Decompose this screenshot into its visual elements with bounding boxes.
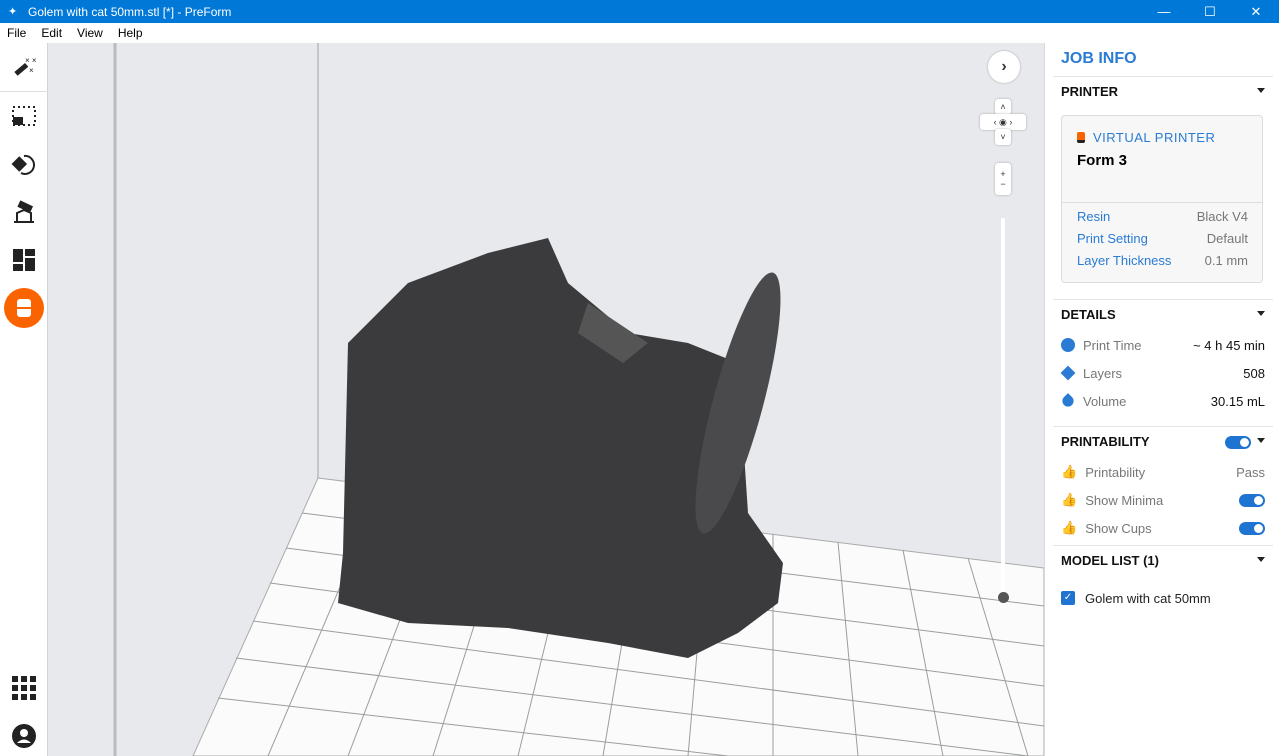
layer-slider[interactable] <box>1001 218 1005 598</box>
printer-type: VIRTUAL PRINTER <box>1093 130 1216 145</box>
supports-button[interactable] <box>4 192 44 232</box>
expand-panel-button[interactable]: › <box>988 51 1020 83</box>
resin-row[interactable]: Resin Black V4 <box>1077 209 1248 224</box>
show-minima-row: 👍 Show Minima <box>1061 491 1265 509</box>
layout-button[interactable] <box>4 240 44 280</box>
golem-model[interactable] <box>338 238 797 658</box>
svg-text:×: × <box>29 66 34 75</box>
layers-row: Layers 508 <box>1060 364 1265 382</box>
volume-icon <box>1060 393 1076 409</box>
panel-title: JOB INFO <box>1061 50 1137 67</box>
divider <box>1053 76 1273 77</box>
orientation-button[interactable] <box>4 144 44 184</box>
menu-help[interactable]: Help <box>111 26 151 40</box>
app-logo-icon: ✦ <box>8 6 18 18</box>
zoom-in-icon[interactable]: + <box>1000 169 1005 179</box>
view-reset-button[interactable]: ‹ ◉ › <box>980 114 1026 130</box>
thumbs-up-icon: 👍 <box>1061 464 1078 479</box>
left-toolbar: × × × <box>0 43 48 756</box>
details-section-header[interactable]: DETAILS <box>1061 307 1265 322</box>
3d-viewport[interactable]: › ˄ ‹ ◉ › ˅ + − <box>48 43 1044 756</box>
caret-down-icon <box>1257 557 1265 562</box>
maximize-button[interactable]: ☐ <box>1187 0 1233 23</box>
chevron-right-icon: › <box>1001 58 1007 75</box>
divider <box>1053 545 1273 546</box>
printability-row: 👍 Printability Pass <box>1061 464 1265 480</box>
menu-view[interactable]: View <box>70 26 111 40</box>
user-avatar-icon <box>12 724 36 748</box>
magic-wand-icon: × ×× <box>14 56 37 76</box>
show-minima-toggle[interactable] <box>1239 493 1265 507</box>
printer-section-header[interactable]: PRINTER <box>1061 84 1265 99</box>
print-setting-row[interactable]: Print Setting Default <box>1077 231 1248 246</box>
caret-down-icon <box>1257 311 1265 316</box>
layout-icon <box>13 249 35 271</box>
orient-icon <box>11 154 35 175</box>
title-bar: ✦ Golem with cat 50mm.stl [*] - PreForm … <box>0 0 1279 23</box>
apps-button[interactable] <box>4 668 44 708</box>
grid-icon <box>12 676 36 700</box>
svg-text:× ×: × × <box>25 56 37 65</box>
select-button[interactable] <box>4 96 44 136</box>
menu-file[interactable]: File <box>0 26 34 40</box>
layer-thickness-row[interactable]: Layer Thickness 0.1 mm <box>1077 253 1248 268</box>
toolbar-divider <box>0 91 48 92</box>
caret-down-icon <box>1257 88 1265 93</box>
magic-wand-button[interactable]: × × × <box>4 47 44 87</box>
account-button[interactable] <box>4 716 44 756</box>
close-button[interactable]: ✕ <box>1233 0 1279 23</box>
menu-bar: File Edit View Help <box>0 23 1279 43</box>
layers-icon <box>1060 365 1076 381</box>
divider <box>1053 299 1273 300</box>
pan-down-button[interactable]: ˅ <box>995 129 1011 145</box>
divider <box>1062 202 1262 203</box>
pan-up-button[interactable]: ˄ <box>995 99 1011 115</box>
window-title: Golem with cat 50mm.stl [*] - PreForm <box>28 4 232 19</box>
print-button[interactable] <box>4 288 44 328</box>
zoom-out-icon[interactable]: − <box>1000 179 1005 189</box>
job-info-panel: JOB INFO PRINTER VIRTUAL PRINTER Form 3 … <box>1044 43 1279 756</box>
printer-icon <box>1077 132 1085 143</box>
model-name: Golem with cat 50mm <box>1085 590 1211 606</box>
eye-icon: ‹ ◉ › <box>993 116 1013 127</box>
volume-row: Volume 30.15 mL <box>1060 392 1265 410</box>
checkbox-checked-icon[interactable]: ✓ <box>1061 591 1075 605</box>
minimize-button[interactable]: — <box>1141 0 1187 23</box>
printer-card[interactable]: VIRTUAL PRINTER Form 3 Resin Black V4 Pri… <box>1061 115 1263 283</box>
supports-icon <box>14 200 34 223</box>
thumbs-up-icon: 👍 <box>1061 520 1078 535</box>
caret-down-icon <box>1257 438 1265 443</box>
show-cups-toggle[interactable] <box>1239 521 1265 535</box>
build-scene <box>113 43 1044 756</box>
show-cups-row: 👍 Show Cups <box>1061 519 1265 537</box>
printability-section-header[interactable]: PRINTABILITY <box>1061 434 1265 449</box>
clock-icon <box>1061 338 1075 352</box>
zoom-controls[interactable]: + − <box>995 163 1011 195</box>
thumbs-up-icon: 👍 <box>1061 492 1078 507</box>
selection-box-icon <box>12 106 36 126</box>
print-time-row: Print Time ~ 4 h 45 min <box>1061 336 1265 354</box>
printability-toggle[interactable] <box>1225 436 1251 449</box>
menu-edit[interactable]: Edit <box>34 26 70 40</box>
printer-name: Form 3 <box>1077 152 1128 169</box>
model-list-item[interactable]: ✓ Golem with cat 50mm <box>1061 589 1265 607</box>
layer-slider-handle[interactable] <box>998 592 1009 603</box>
divider <box>1053 426 1273 427</box>
model-list-section-header[interactable]: MODEL LIST (1) <box>1061 553 1265 568</box>
printer-icon <box>16 299 32 317</box>
